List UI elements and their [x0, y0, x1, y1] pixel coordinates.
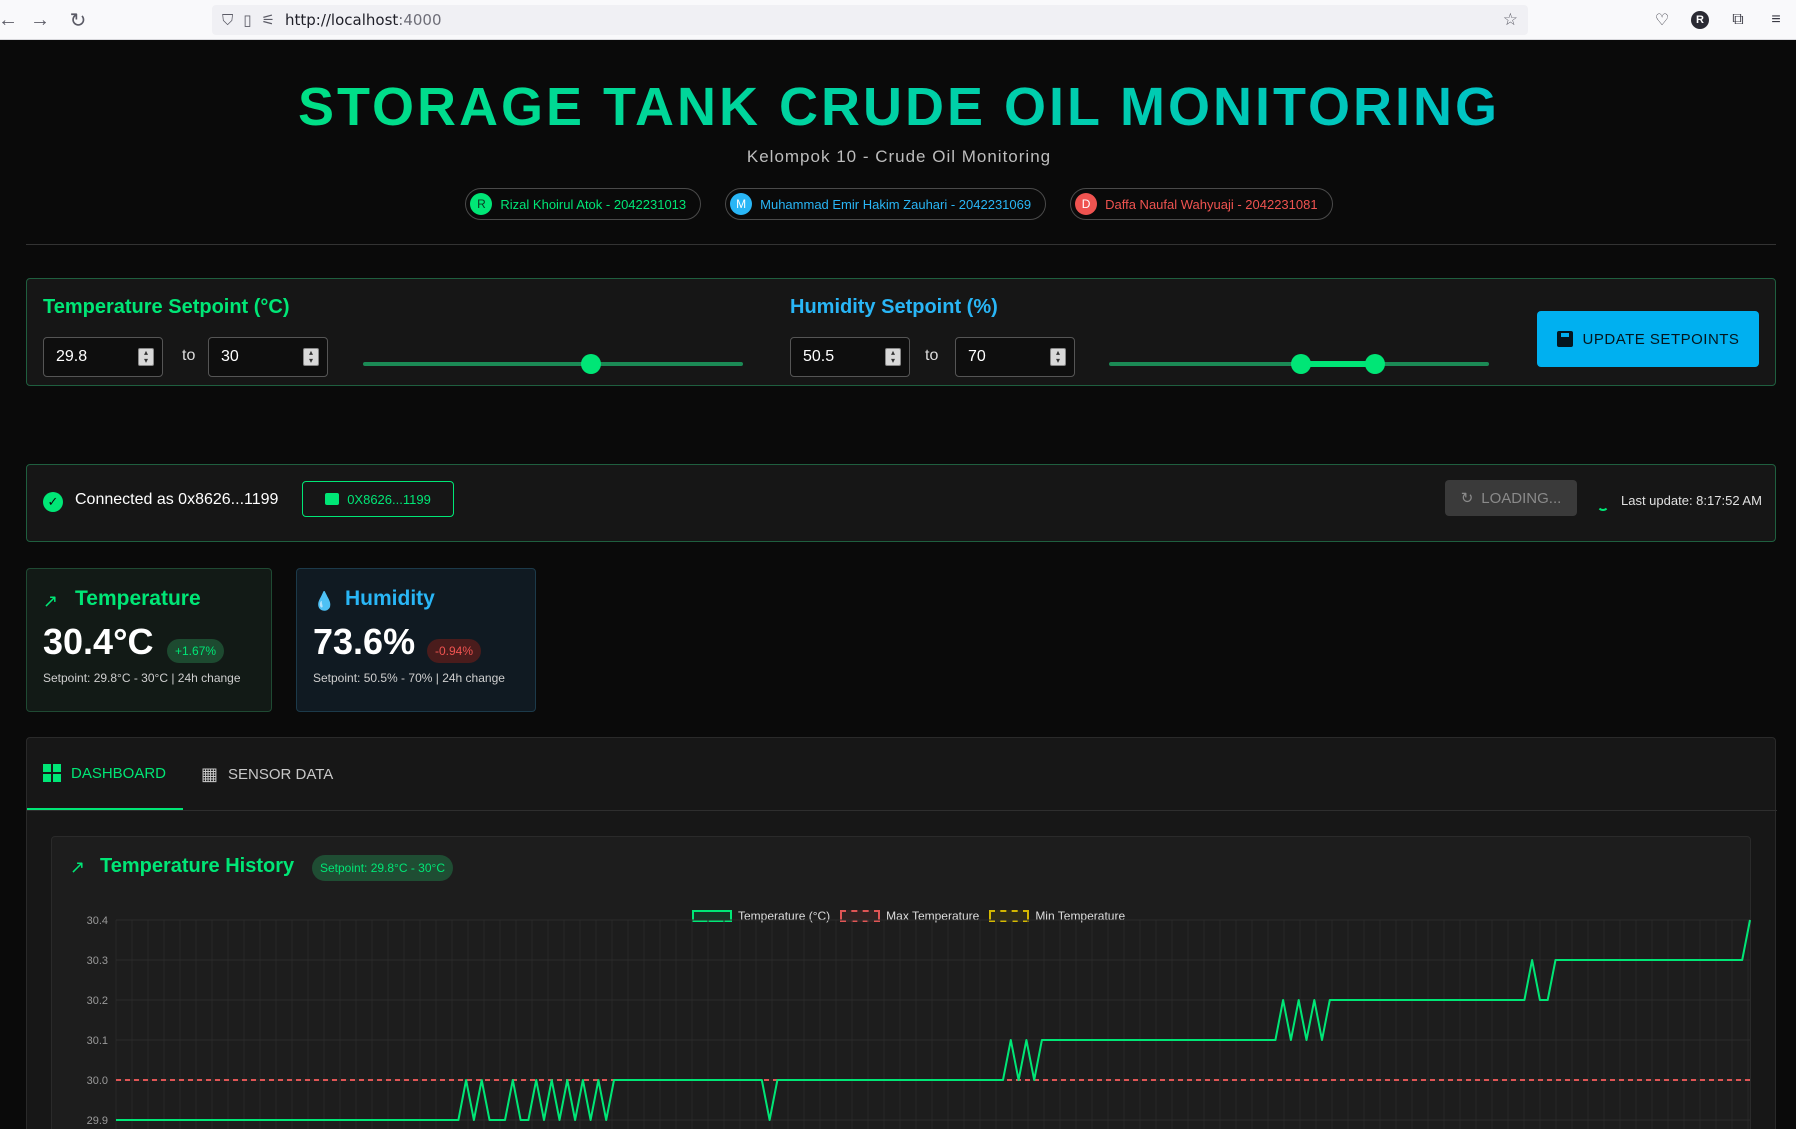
- stepper-icon[interactable]: ▴ ▾: [303, 348, 319, 366]
- humidity-note: Setpoint: 50.5% - 70% | 24h change: [313, 671, 505, 685]
- page-subtitle: Kelompok 10 - Crude Oil Monitoring: [746, 147, 1052, 166]
- tab-sensor-data[interactable]: ▦ SENSOR DATA: [185, 738, 349, 810]
- to-label: to: [182, 347, 196, 364]
- y-tick-label: 30.2: [87, 995, 108, 1007]
- y-tick-label: 29.9: [87, 1115, 108, 1127]
- temperature-card-label: Temperature: [75, 587, 201, 610]
- shield-icon: ⛉: [222, 11, 234, 29]
- connection-status: Connected as 0x8626...1199: [75, 491, 279, 508]
- humidity-min-input[interactable]: 50.5 ▴ ▾: [790, 337, 910, 377]
- y-tick-label: 30.0: [87, 1075, 108, 1087]
- refresh-icon: ↻: [1460, 490, 1474, 507]
- tabs-divider: [27, 810, 1777, 811]
- app-page: STORAGE TANK CRUDE OIL MONITORING Kelomp…: [2, 40, 1796, 1129]
- team-members: R Rizal Khoirul Atok - 2042231013 M Muha…: [2, 188, 1796, 220]
- humidity-change-badge: -0.94%: [427, 639, 482, 663]
- humidity-card-label: Humidity: [345, 587, 435, 610]
- y-tick-label: 30.1: [87, 1035, 108, 1047]
- page-title: STORAGE TANK CRUDE OIL MONITORING: [2, 76, 1796, 138]
- wallet-icon: [325, 493, 340, 505]
- humidity-slider-range: [1301, 361, 1375, 367]
- tabs-panel: DASHBOARD ▦ SENSOR DATA ↗ Temperature Hi…: [26, 737, 1777, 1129]
- temperature-history-card: ↗ Temperature History Setpoint: 29.8°C -…: [51, 836, 1751, 1129]
- humidity-setpoint-label: Humidity Setpoint (%): [790, 296, 998, 318]
- avatar: R: [470, 193, 493, 215]
- wallet-button[interactable]: 0X8626...1199: [302, 481, 454, 517]
- water-drop-icon: 💧: [313, 591, 336, 611]
- member-chip: D Daffa Naufal Wahyuaji - 2042231081: [1070, 188, 1333, 220]
- member-chip: R Rizal Khoirul Atok - 2042231013: [465, 188, 702, 220]
- temperature-change-badge: +1.67%: [167, 639, 225, 663]
- extensions-icon[interactable]: ⧉: [1726, 4, 1750, 36]
- to-label: to: [925, 347, 939, 364]
- bookmark-star-icon[interactable]: ☆: [1503, 10, 1518, 30]
- temperature-slider-track[interactable]: [363, 362, 743, 366]
- member-label: Muhammad Emir Hakim Zauhari - 2042231069: [760, 196, 1032, 212]
- browser-toolbar: ← → ↻ ⛉ ▯ ⚟ http://localhost:4000 ☆ ♡ R …: [0, 0, 1796, 40]
- avatar: D: [1075, 193, 1098, 215]
- member-chip: M Muhammad Emir Hakim Zauhari - 20422310…: [725, 188, 1047, 220]
- temperature-chart: 30.4 30.3 30.2 30.1 30.0 29.9: [87, 915, 1751, 1129]
- trending-up-icon: ↗: [43, 591, 59, 611]
- check-circle-icon: ✓: [43, 492, 63, 512]
- member-label: Daffa Naufal Wahyuaji - 2042231081: [1105, 196, 1318, 212]
- temperature-min-input[interactable]: 29.8 ▴ ▾: [43, 337, 163, 377]
- stepper-icon[interactable]: ▴ ▾: [885, 348, 901, 366]
- humidity-slider-thumb-max[interactable]: [1365, 354, 1385, 374]
- stepper-icon[interactable]: ▴ ▾: [1050, 348, 1066, 366]
- permissions-icon: ⚟: [261, 12, 275, 29]
- forward-icon[interactable]: →: [22, 2, 58, 38]
- setpoints-panel: Temperature Setpoint (°C) 29.8 ▴ ▾ to 30 ▴ ▾…: [26, 278, 1776, 386]
- y-tick-label: 30.3: [87, 955, 108, 967]
- dashboard-icon: [43, 764, 61, 782]
- reload-icon[interactable]: ↻: [60, 2, 96, 38]
- address-bar[interactable]: ⛉ ▯ ⚟ http://localhost:4000 ☆: [212, 5, 1528, 35]
- tab-dashboard[interactable]: DASHBOARD: [27, 738, 183, 810]
- temperature-note: Setpoint: 29.8°C - 30°C | 24h change: [43, 671, 241, 685]
- y-tick-label: 30.4: [87, 915, 108, 927]
- save-icon: [1556, 331, 1573, 347]
- page-icon: ▯: [243, 12, 252, 29]
- connection-bar: ✓ Connected as 0x8626...1199 0X8626...11…: [26, 464, 1776, 542]
- pocket-icon[interactable]: ♡: [1650, 4, 1674, 36]
- last-update-text: Last update: 8:17:52 AM: [1621, 493, 1762, 508]
- temperature-max-input[interactable]: 30 ▴ ▾: [208, 337, 328, 377]
- member-label: Rizal Khoirul Atok - 2042231013: [500, 196, 687, 212]
- humidity-slider-thumb-min[interactable]: [1291, 354, 1311, 374]
- update-setpoints-button[interactable]: UPDATE SETPOINTS: [1537, 311, 1759, 367]
- avatar: M: [730, 193, 753, 215]
- account-icon[interactable]: R: [1688, 4, 1712, 36]
- temperature-series-line: [116, 919, 1751, 1121]
- stepper-icon[interactable]: ▴ ▾: [138, 348, 154, 366]
- divider: [26, 244, 1776, 245]
- temperature-setpoint-label: Temperature Setpoint (°C): [43, 296, 290, 318]
- temperature-slider-thumb[interactable]: [581, 354, 601, 374]
- table-icon: ▦: [201, 763, 219, 784]
- temperature-value: 30.4°C: [43, 621, 154, 662]
- url-text: http://localhost:4000: [284, 11, 442, 29]
- temperature-card: ↗ Temperature 30.4°C +1.67% Setpoint: 29…: [26, 568, 272, 712]
- humidity-max-input[interactable]: 70 ▴ ▾: [955, 337, 1075, 377]
- loading-spinner: [1597, 499, 1609, 511]
- menu-icon[interactable]: ≡: [1764, 4, 1788, 36]
- humidity-card: 💧 Humidity 73.6% -0.94% Setpoint: 50.5% …: [296, 568, 536, 712]
- refresh-button[interactable]: ↻ LOADING...: [1445, 480, 1577, 516]
- humidity-value: 73.6%: [313, 621, 416, 662]
